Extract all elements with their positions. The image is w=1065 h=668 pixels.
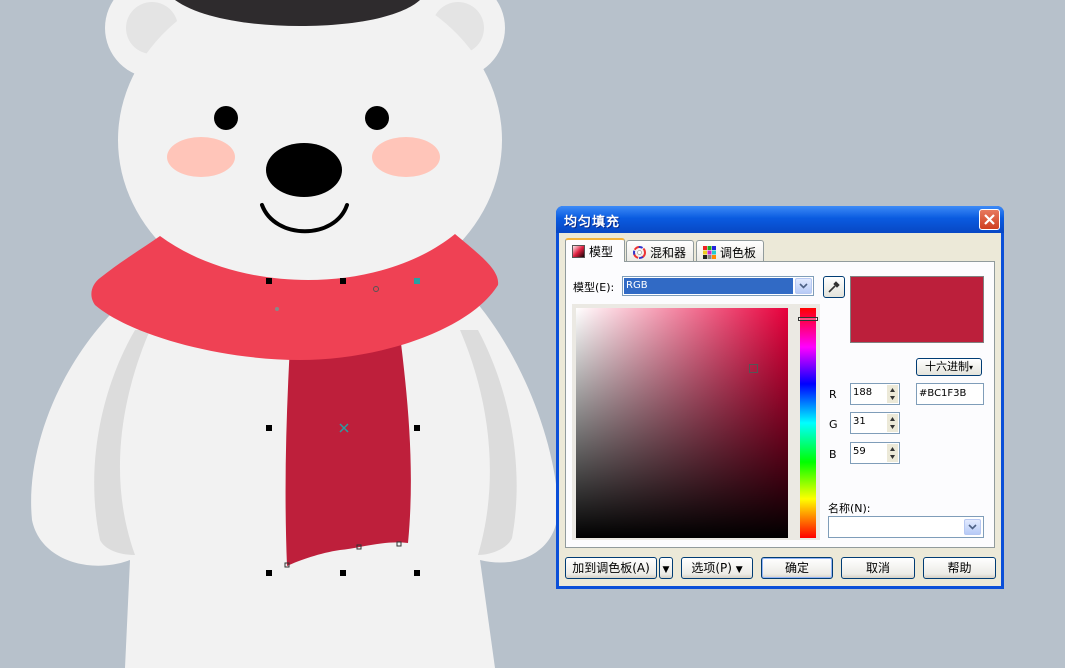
add-to-palette-dropdown[interactable]: ▼: [659, 557, 673, 579]
cancel-button[interactable]: 取消: [841, 557, 915, 579]
green-spin-arrows[interactable]: [887, 414, 898, 432]
spin-arrows-icon: [890, 417, 895, 429]
selection-handle[interactable]: [414, 570, 420, 576]
blue-spin-arrows[interactable]: [887, 444, 898, 462]
palette-grid-icon: [703, 246, 716, 259]
blue-value[interactable]: 59: [853, 446, 866, 457]
hex-format-label: 十六进制: [924, 360, 969, 373]
channel-label-b: B: [829, 448, 837, 461]
current-color-preview: [850, 276, 984, 343]
spin-arrows-icon: [890, 388, 895, 400]
bear-eye-left: [214, 106, 238, 130]
bear-cheek-right: [372, 137, 440, 177]
add-to-palette-button[interactable]: 加到调色板(A): [565, 557, 657, 579]
bear-cheek-left: [167, 137, 235, 177]
selection-handle[interactable]: [414, 278, 420, 284]
models-panel: 模型(E): RGB 十六进制▾ R 188 G 31 B 59 #BC1F3B…: [565, 261, 995, 548]
tab-models[interactable]: 模型: [565, 238, 625, 262]
color-name-dropdown[interactable]: [828, 516, 984, 538]
tab-palettes[interactable]: 调色板: [696, 240, 764, 261]
tab-palettes-label: 调色板: [720, 246, 757, 260]
tab-models-label: 模型: [589, 245, 614, 259]
channel-label-g: G: [829, 418, 838, 431]
ok-button[interactable]: 确定: [761, 557, 833, 579]
color-wheel-icon: [633, 246, 646, 259]
selection-handle[interactable]: [266, 570, 272, 576]
selection-handle[interactable]: [340, 570, 346, 576]
blue-value-spinner[interactable]: 59: [850, 442, 900, 464]
hex-format-button[interactable]: 十六进制▾: [916, 358, 982, 376]
hue-slider[interactable]: [798, 308, 818, 538]
spin-arrows-icon: [890, 447, 895, 459]
options-label: 选项(P): [691, 561, 732, 575]
color-model-icon: [572, 245, 585, 258]
bear-eye-right: [365, 106, 389, 130]
red-value[interactable]: 188: [853, 387, 872, 398]
close-button[interactable]: [979, 209, 1000, 230]
selection-handle[interactable]: [340, 278, 346, 284]
selection-handle[interactable]: [414, 425, 420, 431]
bear-nose: [266, 143, 342, 197]
selection-handle[interactable]: [266, 278, 272, 284]
saturation-value-field[interactable]: [576, 308, 788, 538]
dialog-client: 模型 混和器 调色板 模型(E): RGB 十六进制▾ R 188 G 31 B…: [559, 233, 1001, 586]
hex-value-input[interactable]: #BC1F3B: [916, 383, 984, 405]
green-value[interactable]: 31: [853, 416, 866, 427]
hue-slider-handle[interactable]: [798, 316, 818, 321]
close-icon: [984, 214, 995, 225]
help-button[interactable]: 帮助: [923, 557, 996, 579]
model-dropdown[interactable]: RGB: [622, 276, 814, 296]
add-to-palette-label: 加到调色板(A): [572, 561, 650, 575]
cancel-label: 取消: [865, 561, 890, 575]
eyedropper-icon: [828, 281, 840, 293]
chevron-down-icon: [799, 283, 808, 289]
green-value-spinner[interactable]: 31: [850, 412, 900, 434]
model-dropdown-button[interactable]: [795, 278, 812, 294]
channel-label-r: R: [829, 388, 837, 401]
options-button[interactable]: 选项(P) ▼: [681, 557, 753, 579]
model-dropdown-value: RGB: [624, 278, 793, 294]
tab-mixers-label: 混和器: [650, 246, 687, 260]
uniform-fill-dialog: 均匀填充 模型 混和器 调色板 模型(E): RGB 十六进制▾ R 188 G…: [556, 206, 1004, 589]
chevron-down-icon: [968, 524, 977, 530]
scarf-tail[interactable]: [285, 335, 411, 566]
color-name-dropdown-button[interactable]: [964, 519, 981, 535]
dialog-title: 均匀填充: [564, 215, 621, 230]
red-spin-arrows[interactable]: [887, 385, 898, 403]
color-picker-area: [572, 304, 820, 540]
red-value-spinner[interactable]: 188: [850, 383, 900, 405]
eyedropper-button[interactable]: [823, 276, 845, 298]
dialog-titlebar[interactable]: 均匀填充: [556, 206, 1004, 233]
help-label: 帮助: [947, 561, 972, 575]
model-label: 模型(E):: [573, 281, 615, 294]
dropdown-arrow-icon: ▼: [735, 565, 743, 575]
color-picker-marker[interactable]: [749, 364, 759, 374]
ok-label: 确定: [784, 561, 809, 575]
dropdown-arrow-icon: ▾: [968, 363, 973, 372]
selection-handle[interactable]: [266, 425, 272, 431]
dropdown-arrow-icon: ▼: [662, 565, 670, 575]
tab-mixers[interactable]: 混和器: [626, 240, 694, 261]
node-point[interactable]: [275, 307, 279, 311]
name-label: 名称(N):: [828, 502, 871, 515]
